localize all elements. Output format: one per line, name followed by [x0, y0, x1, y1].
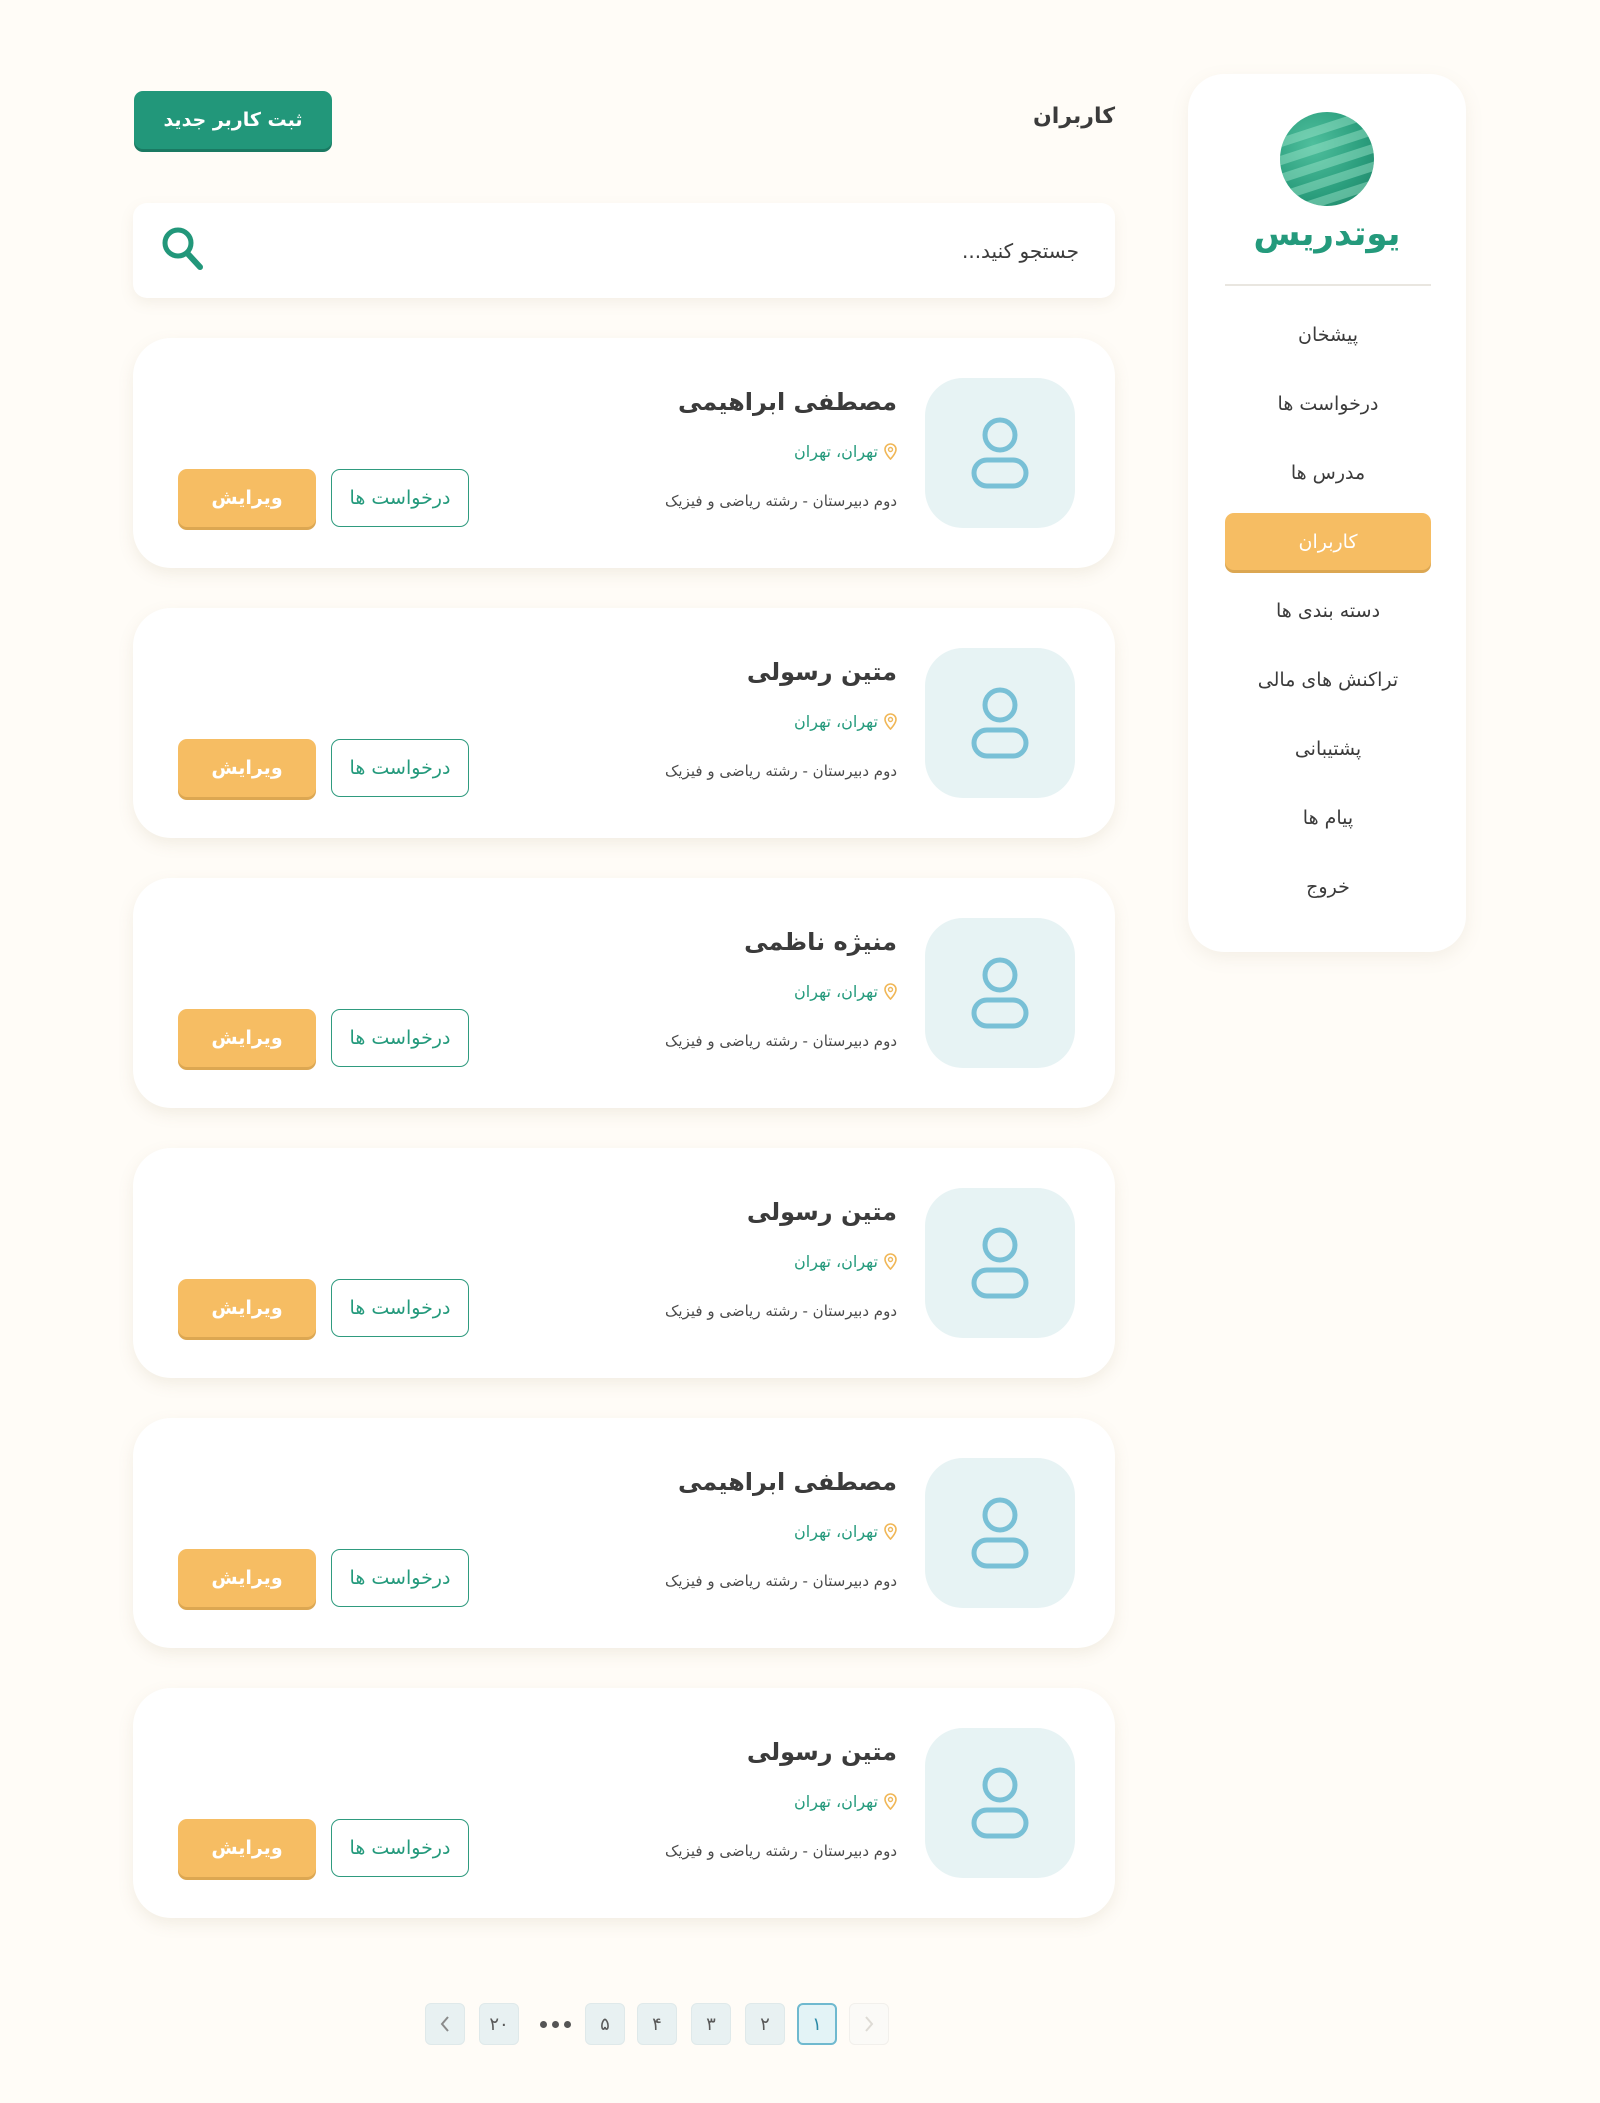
- page-title: کاربران: [1033, 104, 1115, 129]
- user-name: مصطفی ابراهیمی: [678, 388, 897, 416]
- next-page-button[interactable]: [425, 2003, 465, 2045]
- user-icon: [971, 1767, 1029, 1839]
- user-location: تهران، تهران: [794, 1252, 897, 1271]
- page-4-button[interactable]: ۴: [637, 2003, 677, 2045]
- avatar: [925, 1728, 1075, 1878]
- user-location: تهران، تهران: [794, 1522, 897, 1541]
- user-icon: [971, 1227, 1029, 1299]
- logo-icon: [1280, 112, 1374, 206]
- pagination-ellipsis: [533, 2003, 577, 2045]
- user-location: تهران، تهران: [794, 982, 897, 1001]
- user-education: دوم دبیرستان - رشته ریاضی و فیزیک: [665, 1572, 897, 1590]
- user-edit-button[interactable]: ویرایش: [178, 1549, 316, 1607]
- page-2-button[interactable]: ۲: [745, 2003, 785, 2045]
- sidebar-item-logout[interactable]: خروج: [1225, 858, 1431, 915]
- user-requests-button[interactable]: درخواست ها: [331, 469, 469, 527]
- user-name: منیژه ناظمی: [744, 928, 897, 956]
- sidebar-item-requests[interactable]: درخواست ها: [1225, 375, 1431, 432]
- avatar: [925, 1458, 1075, 1608]
- location-pin-icon: [884, 1523, 897, 1540]
- user-education: دوم دبیرستان - رشته ریاضی و فیزیک: [665, 1032, 897, 1050]
- user-location: تهران، تهران: [794, 712, 897, 731]
- sidebar-item-teachers[interactable]: مدرس ها: [1225, 444, 1431, 501]
- user-card: منیژه ناظمی تهران، تهران دوم دبیرستان - …: [133, 878, 1115, 1108]
- location-pin-icon: [884, 1793, 897, 1810]
- sidebar-item-messages[interactable]: پیام ها: [1225, 789, 1431, 846]
- location-pin-icon: [884, 713, 897, 730]
- avatar: [925, 378, 1075, 528]
- new-user-button[interactable]: ثبت کاربر جدید: [134, 91, 332, 149]
- pagination: ۱ ۲ ۳ ۴ ۵ ۲۰: [425, 2003, 895, 2045]
- user-requests-button[interactable]: درخواست ها: [331, 1549, 469, 1607]
- user-icon: [971, 417, 1029, 489]
- avatar: [925, 918, 1075, 1068]
- user-icon: [971, 957, 1029, 1029]
- location-pin-icon: [884, 983, 897, 1000]
- user-name: متین رسولی: [746, 1198, 897, 1226]
- user-location-text: تهران، تهران: [794, 712, 878, 731]
- user-edit-button[interactable]: ویرایش: [178, 469, 316, 527]
- sidebar-item-dashboard[interactable]: پیشخان: [1225, 306, 1431, 363]
- user-card: متین رسولی تهران، تهران دوم دبیرستان - ر…: [133, 1688, 1115, 1918]
- user-card: مصطفی ابراهیمی تهران، تهران دوم دبیرستان…: [133, 1418, 1115, 1648]
- avatar: [925, 1188, 1075, 1338]
- search-bar: [133, 203, 1115, 298]
- user-card: متین رسولی تهران، تهران دوم دبیرستان - ر…: [133, 608, 1115, 838]
- page-1-button[interactable]: ۱: [797, 2003, 837, 2045]
- page-5-button[interactable]: ۵: [585, 2003, 625, 2045]
- search-icon[interactable]: [160, 223, 206, 275]
- user-location-text: تهران، تهران: [794, 1792, 878, 1811]
- user-location-text: تهران، تهران: [794, 442, 878, 461]
- avatar: [925, 648, 1075, 798]
- user-name: متین رسولی: [746, 1738, 897, 1766]
- user-card: متین رسولی تهران، تهران دوم دبیرستان - ر…: [133, 1148, 1115, 1378]
- location-pin-icon: [884, 1253, 897, 1270]
- sidebar-item-categories[interactable]: دسته بندی ها: [1225, 582, 1431, 639]
- sidebar-item-transactions[interactable]: تراکنش های مالی: [1225, 651, 1431, 708]
- chevron-left-icon: [440, 2016, 449, 2032]
- user-location: تهران، تهران: [794, 1792, 897, 1811]
- user-edit-button[interactable]: ویرایش: [178, 1279, 316, 1337]
- users-page: یوتدریس پیشخان درخواست ها مدرس ها کاربرا…: [0, 0, 1600, 2103]
- search-input[interactable]: [439, 231, 1079, 271]
- prev-page-button[interactable]: [849, 2003, 889, 2045]
- user-location-text: تهران، تهران: [794, 1252, 878, 1271]
- user-location-text: تهران، تهران: [794, 1522, 878, 1541]
- user-location: تهران، تهران: [794, 442, 897, 461]
- user-card: مصطفی ابراهیمی تهران، تهران دوم دبیرستان…: [133, 338, 1115, 568]
- user-requests-button[interactable]: درخواست ها: [331, 1009, 469, 1067]
- user-edit-button[interactable]: ویرایش: [178, 739, 316, 797]
- user-edit-button[interactable]: ویرایش: [178, 1009, 316, 1067]
- sidebar-divider: [1225, 284, 1431, 286]
- user-requests-button[interactable]: درخواست ها: [331, 739, 469, 797]
- user-name: مصطفی ابراهیمی: [678, 1468, 897, 1496]
- user-edit-button[interactable]: ویرایش: [178, 1819, 316, 1877]
- sidebar-item-support[interactable]: پشتیبانی: [1225, 720, 1431, 777]
- user-location-text: تهران، تهران: [794, 982, 878, 1001]
- brand-name: یوتدریس: [1253, 214, 1401, 254]
- user-requests-button[interactable]: درخواست ها: [331, 1819, 469, 1877]
- user-education: دوم دبیرستان - رشته ریاضی و فیزیک: [665, 762, 897, 780]
- sidebar-item-users[interactable]: کاربران: [1225, 513, 1431, 570]
- chevron-right-icon: [865, 2016, 874, 2032]
- sidebar-nav: پیشخان درخواست ها مدرس ها کاربران دسته ب…: [1225, 306, 1431, 927]
- user-education: دوم دبیرستان - رشته ریاضی و فیزیک: [665, 1842, 897, 1860]
- page-last-button[interactable]: ۲۰: [479, 2003, 519, 2045]
- page-3-button[interactable]: ۳: [691, 2003, 731, 2045]
- user-education: دوم دبیرستان - رشته ریاضی و فیزیک: [665, 492, 897, 510]
- user-icon: [971, 687, 1029, 759]
- sidebar: یوتدریس پیشخان درخواست ها مدرس ها کاربرا…: [1188, 74, 1466, 952]
- user-icon: [971, 1497, 1029, 1569]
- user-education: دوم دبیرستان - رشته ریاضی و فیزیک: [665, 1302, 897, 1320]
- user-requests-button[interactable]: درخواست ها: [331, 1279, 469, 1337]
- user-name: متین رسولی: [746, 658, 897, 686]
- location-pin-icon: [884, 443, 897, 460]
